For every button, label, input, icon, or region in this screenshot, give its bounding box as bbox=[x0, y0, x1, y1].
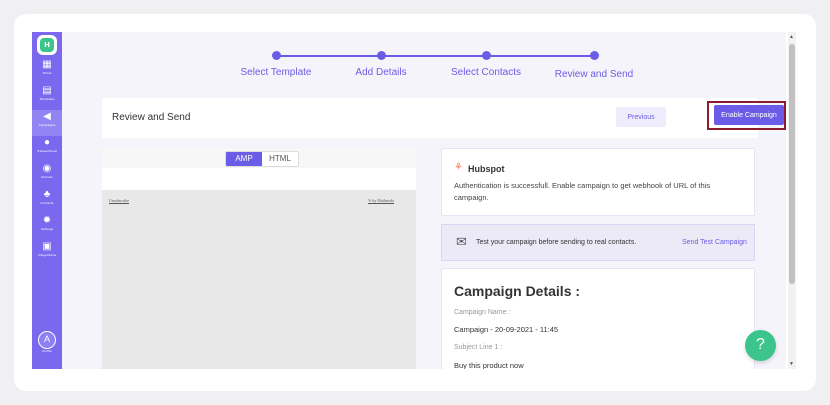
main-content: Select Template Add Details Select Conta… bbox=[62, 32, 786, 369]
logo-mark: H bbox=[40, 38, 54, 52]
sidebar-item-campaigns[interactable]: ◀ Campaigns bbox=[32, 110, 62, 136]
sidebar-item-label: Home bbox=[42, 71, 52, 75]
unsubscribe-link[interactable]: Unsubscribe bbox=[109, 198, 129, 203]
sidebar-item-templates[interactable]: ▤ Templates bbox=[32, 84, 62, 110]
mailmodo-byline[interactable]: ✎ by Mailmodo bbox=[368, 198, 394, 203]
contacts-icon: ♣ bbox=[43, 189, 51, 200]
step-label-select-template[interactable]: Select Template bbox=[241, 67, 312, 78]
sidebar-item-transactional[interactable]: ● Transactional bbox=[32, 136, 62, 162]
byline-text: by Mailmodo bbox=[372, 198, 395, 203]
stepper: Select Template Add Details Select Conta… bbox=[62, 32, 786, 92]
sidebar-item-label: Domain bbox=[41, 175, 53, 179]
format-toggle: AMP HTML bbox=[225, 151, 299, 167]
send-test-campaign-link[interactable]: Send Test Campaign bbox=[682, 239, 747, 246]
step-label-review-and-send[interactable]: Review and Send bbox=[555, 69, 633, 80]
hubspot-title: Hubspot bbox=[468, 164, 505, 174]
profile-label: Profile bbox=[42, 349, 52, 353]
scroll-down-icon[interactable]: ▼ bbox=[789, 361, 794, 367]
test-campaign-card: ✉ Test your campaign before sending to r… bbox=[441, 224, 755, 261]
page-title: Review and Send bbox=[112, 112, 191, 123]
tab-html[interactable]: HTML bbox=[262, 152, 298, 166]
bolt-icon: ● bbox=[43, 137, 51, 148]
scroll-thumb[interactable] bbox=[789, 44, 795, 284]
step-label-select-contacts[interactable]: Select Contacts bbox=[451, 67, 521, 78]
hubspot-icon: ⚘ bbox=[454, 162, 463, 173]
sidebar-item-home[interactable]: ▦ Home bbox=[32, 58, 62, 84]
scrollbar[interactable]: ▲ ▼ bbox=[788, 32, 796, 369]
scroll-up-icon[interactable]: ▲ bbox=[789, 34, 794, 40]
profile[interactable]: A Profile bbox=[32, 331, 62, 354]
enable-campaign-button[interactable]: Enable Campaign bbox=[714, 105, 784, 125]
sidebar-item-label: Transactional bbox=[37, 149, 57, 153]
envelope-icon: ✉ bbox=[456, 234, 467, 249]
email-preview: AMP HTML Unsubscribe ✎ by Mailmodo bbox=[102, 148, 416, 369]
sidebar-item-label: Campaigns bbox=[38, 123, 56, 127]
preview-toolbar: AMP HTML bbox=[102, 148, 416, 168]
step-label-add-details[interactable]: Add Details bbox=[355, 67, 406, 78]
previous-button[interactable]: Previous bbox=[616, 107, 666, 127]
step-dot-4 bbox=[590, 51, 599, 60]
campaign-name-value: Campaign - 20-09-2021 - 11:45 bbox=[454, 325, 559, 334]
subject-line-label: Subject Line 1 : bbox=[454, 344, 503, 351]
gear-icon: ✹ bbox=[42, 215, 52, 226]
sidebar-item-settings[interactable]: ✹ Settings bbox=[32, 214, 62, 240]
grid-icon: ▦ bbox=[42, 59, 52, 70]
step-dot-3 bbox=[482, 51, 491, 60]
subject-line-value: Buy this product now bbox=[454, 361, 524, 369]
sidebar: H ▦ Home ▤ Templates ◀ Campaigns ● Trans… bbox=[32, 32, 62, 369]
template-icon: ▤ bbox=[42, 85, 52, 96]
sidebar-item-integrations[interactable]: ▣ Integrations bbox=[32, 240, 62, 266]
sidebar-item-label: Templates bbox=[39, 97, 55, 101]
campaign-details-card: Campaign Details : Campaign Name : Campa… bbox=[441, 268, 755, 369]
integrations-icon: ▣ bbox=[42, 241, 52, 252]
step-dot-1 bbox=[272, 51, 281, 60]
sidebar-item-label: Integrations bbox=[37, 253, 57, 257]
app-logo[interactable]: H bbox=[37, 35, 57, 55]
test-campaign-message: Test your campaign before sending to rea… bbox=[476, 239, 637, 246]
sidebar-item-domain[interactable]: ◉ Domain bbox=[32, 162, 62, 188]
hubspot-card: ⚘ Hubspot Authentication is successfull.… bbox=[441, 148, 755, 216]
help-button[interactable]: ? bbox=[745, 330, 776, 361]
sidebar-item-label: Contacts bbox=[40, 201, 54, 205]
globe-icon: ◉ bbox=[42, 163, 52, 174]
avatar[interactable]: A bbox=[38, 331, 56, 349]
campaign-details-title: Campaign Details : bbox=[454, 283, 581, 299]
tab-amp[interactable]: AMP bbox=[226, 152, 262, 166]
preview-body bbox=[102, 168, 416, 190]
step-dot-2 bbox=[377, 51, 386, 60]
sidebar-item-label: Settings bbox=[40, 227, 54, 231]
sidebar-item-contacts[interactable]: ♣ Contacts bbox=[32, 188, 62, 214]
megaphone-icon: ◀ bbox=[43, 111, 51, 122]
campaign-name-label: Campaign Name : bbox=[454, 309, 511, 316]
hubspot-message: Authentication is successfull. Enable ca… bbox=[454, 181, 711, 202]
question-icon: ? bbox=[756, 336, 765, 353]
stepper-line bbox=[276, 55, 592, 57]
review-header: Review and Send Previous Enable Campaign bbox=[102, 98, 786, 138]
